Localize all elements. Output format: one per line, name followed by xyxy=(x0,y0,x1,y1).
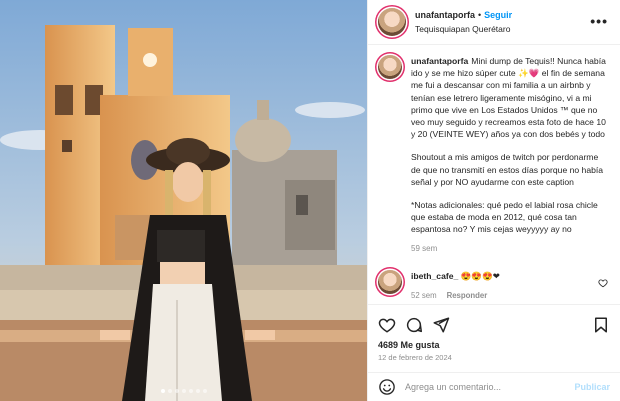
comments-area[interactable]: unafantaporfa Mini dump de Tequis!! Nunca… xyxy=(368,45,620,304)
carousel-dot[interactable] xyxy=(181,389,186,393)
emoji-icon[interactable] xyxy=(378,378,396,396)
caption: unafantaporfa Mini dump de Tequis!! Nunca… xyxy=(378,55,610,255)
caption-username[interactable]: unafantaporfa xyxy=(411,56,468,66)
post-header: unafantaporfa • Seguir Tequisquiapan Queré… xyxy=(368,0,620,45)
share-icon[interactable] xyxy=(432,316,450,334)
carousel-dots[interactable] xyxy=(0,389,367,393)
carousel-dot[interactable] xyxy=(195,389,200,393)
caption-time[interactable]: 59 sem xyxy=(411,243,610,255)
commenter-username[interactable]: ibeth_cafe_ xyxy=(411,271,458,281)
commenter-avatar[interactable] xyxy=(378,269,402,294)
post-actions: 4689 Me gusta 12 de febrero de 2024 xyxy=(368,304,620,372)
caption-avatar[interactable] xyxy=(378,55,402,79)
follow-button[interactable]: Seguir xyxy=(484,10,512,20)
caption-text-1: Mini dump de Tequis!! Nunca había ido y … xyxy=(411,56,606,140)
header-separator: • xyxy=(478,10,482,20)
carousel-dot-active[interactable] xyxy=(160,389,165,393)
carousel-dot[interactable] xyxy=(167,389,172,393)
add-comment-bar: Publicar xyxy=(368,372,620,401)
post-photo[interactable] xyxy=(0,0,367,401)
carousel-dot[interactable] xyxy=(202,389,207,393)
more-options-icon[interactable]: ••• xyxy=(590,14,608,28)
caption-text-3: *Notas adicionales: qué pedo el labial r… xyxy=(411,200,598,235)
save-icon[interactable] xyxy=(592,316,610,334)
author-avatar[interactable] xyxy=(378,8,406,36)
reply-button[interactable]: Responder xyxy=(447,291,488,300)
comment-item: ibeth_cafe_ 😍😍😍❤ 52 sem Responder xyxy=(378,269,610,302)
carousel-dot[interactable] xyxy=(174,389,179,393)
photo-illustration xyxy=(0,0,367,401)
instagram-post: unafantaporfa • Seguir Tequisquiapan Queré… xyxy=(0,0,620,401)
comment-text: 😍😍😍❤ xyxy=(460,270,500,281)
post-date[interactable]: 12 de febrero de 2024 xyxy=(378,353,610,362)
location-link[interactable]: Tequisquiapan Querétaro xyxy=(415,22,512,36)
caption-text-2: Shoutout a mis amigos de twitch por perd… xyxy=(411,152,604,187)
publish-button[interactable]: Publicar xyxy=(574,382,610,392)
comment-time[interactable]: 52 sem xyxy=(411,291,437,300)
comment-icon[interactable] xyxy=(405,316,423,334)
author-username[interactable]: unafantaporfa xyxy=(415,10,475,20)
likes-count[interactable]: 4689 Me gusta xyxy=(378,340,610,350)
comment-input[interactable] xyxy=(405,382,575,392)
post-side-panel: unafantaporfa • Seguir Tequisquiapan Queré… xyxy=(367,0,620,401)
like-icon[interactable] xyxy=(378,316,396,334)
carousel-dot[interactable] xyxy=(188,389,193,393)
comment-like-icon[interactable] xyxy=(598,278,608,288)
